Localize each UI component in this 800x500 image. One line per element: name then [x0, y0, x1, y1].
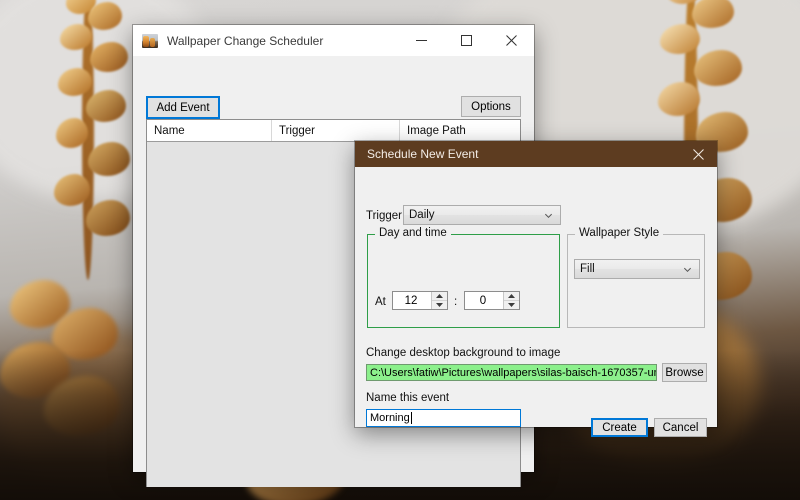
close-icon[interactable] — [489, 25, 534, 56]
trigger-selected-value: Daily — [409, 209, 435, 221]
day-and-time-legend: Day and time — [375, 227, 451, 239]
wallpaper-plant-tuft — [0, 250, 150, 500]
chevron-down-icon — [544, 211, 553, 220]
text-caret — [411, 412, 412, 424]
at-label: At — [375, 296, 386, 308]
time-separator: : — [454, 296, 457, 308]
chevron-down-icon — [683, 265, 692, 274]
minute-stepper[interactable]: 0 — [464, 291, 520, 310]
add-event-button[interactable]: Add Event — [146, 96, 220, 119]
wallpaper-style-selected-value: Fill — [580, 263, 595, 275]
schedule-new-event-dialog: Schedule New Event Trigger Daily Day and… — [355, 141, 717, 427]
main-window-caption-buttons — [399, 25, 534, 56]
trigger-select[interactable]: Daily — [403, 205, 561, 225]
create-button[interactable]: Create — [591, 418, 648, 437]
image-path-value: C:\Users\fatiw\Pictures\wallpapers\silas… — [370, 367, 657, 379]
column-header-name[interactable]: Name — [147, 120, 272, 141]
minimize-icon[interactable] — [399, 25, 444, 56]
wallpaper-plant-stalk — [30, 0, 150, 300]
hour-spinner-arrows[interactable] — [431, 292, 447, 309]
dialog-title: Schedule New Event — [367, 147, 478, 161]
dialog-caption-buttons — [679, 141, 717, 167]
column-header-trigger[interactable]: Trigger — [272, 120, 400, 141]
hour-stepper[interactable]: 12 — [392, 291, 448, 310]
browse-button[interactable]: Browse — [662, 363, 707, 382]
events-list-header: Name Trigger Image Path — [147, 120, 520, 142]
hour-value[interactable]: 12 — [393, 292, 431, 309]
dialog-client: Trigger Daily Day and time At 12 : — [355, 167, 717, 427]
image-path-input[interactable]: C:\Users\fatiw\Pictures\wallpapers\silas… — [366, 364, 657, 381]
close-icon[interactable] — [679, 141, 717, 167]
wallpaper-style-legend: Wallpaper Style — [575, 227, 663, 239]
dialog-titlebar[interactable]: Schedule New Event — [355, 141, 717, 167]
day-and-time-group: Day and time At 12 : 0 — [367, 234, 560, 328]
desktop-wallpaper: Wallpaper Change Scheduler Add Event Opt… — [0, 0, 800, 500]
event-name-input[interactable]: Morning — [366, 409, 521, 427]
column-header-image-path[interactable]: Image Path — [400, 120, 520, 141]
trigger-label: Trigger — [366, 210, 402, 222]
wallpaper-app-icon — [142, 34, 158, 48]
spinner-up-icon[interactable] — [504, 292, 519, 301]
main-window-titlebar[interactable]: Wallpaper Change Scheduler — [133, 25, 534, 56]
event-name-value: Morning — [370, 412, 410, 424]
cancel-button[interactable]: Cancel — [654, 418, 707, 437]
wallpaper-style-select[interactable]: Fill — [574, 259, 700, 279]
options-button[interactable]: Options — [461, 96, 521, 117]
image-path-label: Change desktop background to image — [366, 347, 560, 359]
event-name-label: Name this event — [366, 392, 449, 404]
minute-spinner-arrows[interactable] — [503, 292, 519, 309]
spinner-down-icon[interactable] — [504, 301, 519, 309]
minute-value[interactable]: 0 — [465, 292, 503, 309]
maximize-icon[interactable] — [444, 25, 489, 56]
spinner-down-icon[interactable] — [432, 301, 447, 309]
main-window-title: Wallpaper Change Scheduler — [167, 34, 323, 48]
wallpaper-style-group: Wallpaper Style Fill — [567, 234, 705, 328]
spinner-up-icon[interactable] — [432, 292, 447, 301]
